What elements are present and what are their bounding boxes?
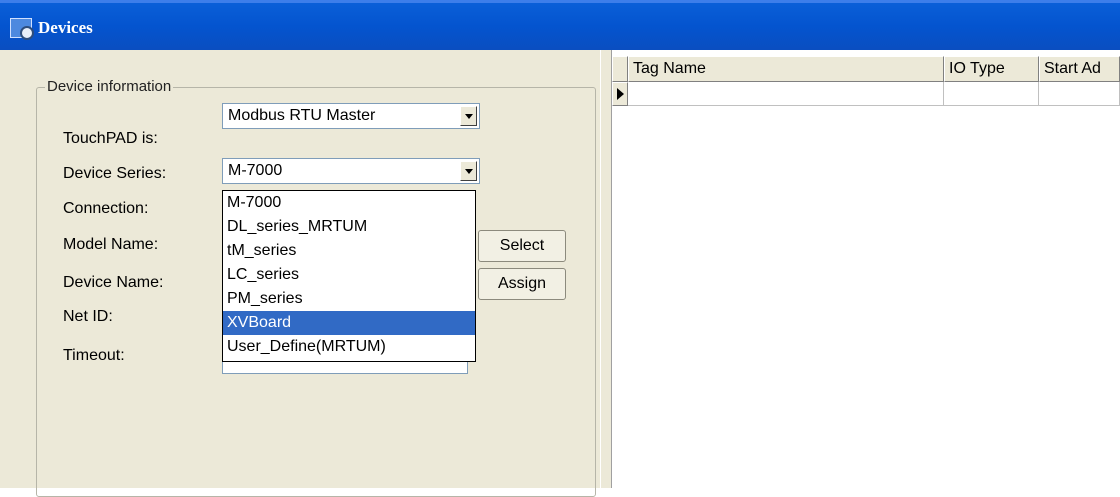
column-header-tag-name[interactable]: Tag Name (628, 56, 944, 82)
connection-label: Connection: (63, 200, 149, 217)
series-option-user-define[interactable]: User_Define(MRTUM) (223, 335, 475, 359)
series-option-m7000[interactable]: M-7000 (223, 191, 475, 215)
column-header-start-address[interactable]: Start Ad (1039, 56, 1120, 82)
group-legend: Device information (45, 78, 174, 95)
panel-splitter[interactable] (600, 50, 612, 488)
series-option-tm-series[interactable]: tM_series (223, 239, 475, 263)
select-button[interactable]: Select (478, 230, 566, 262)
series-option-xvboard[interactable]: XVBoard (223, 311, 475, 335)
device-name-label: Device Name: (63, 274, 164, 291)
io-type-cell[interactable] (944, 82, 1039, 106)
chevron-down-icon[interactable] (460, 161, 477, 181)
window-titlebar[interactable]: Devices (0, 0, 1120, 50)
series-option-pm-series[interactable]: PM_series (223, 287, 475, 311)
current-row-indicator-icon[interactable] (612, 82, 628, 106)
device-series-select[interactable]: M-7000 (222, 158, 480, 184)
start-address-cell[interactable] (1039, 82, 1120, 106)
device-series-dropdown-list[interactable]: M-7000 DL_series_MRTUM tM_series LC_seri… (222, 190, 476, 362)
table-row[interactable] (612, 82, 1120, 106)
series-option-dl-series[interactable]: DL_series_MRTUM (223, 215, 475, 239)
net-id-label: Net ID: (63, 308, 113, 325)
devices-app-icon (10, 18, 34, 40)
touchpad-label: TouchPAD is: (63, 130, 158, 147)
device-series-label: Device Series: (63, 165, 167, 182)
grid-header: Tag Name IO Type Start Ad (612, 56, 1120, 82)
window-title: Devices (38, 18, 93, 37)
model-name-label: Model Name: (63, 236, 159, 253)
assign-button[interactable]: Assign (478, 268, 566, 300)
window-client-area: Device information TouchPAD is: Modbus R… (0, 50, 1120, 497)
touchpad-mode-select[interactable]: Modbus RTU Master (222, 103, 480, 129)
tag-grid[interactable]: Tag Name IO Type Start Ad (612, 50, 1120, 488)
device-series-value: M-7000 (228, 162, 283, 179)
series-option-lc-series[interactable]: LC_series (223, 263, 475, 287)
column-header-io-type[interactable]: IO Type (944, 56, 1039, 82)
chevron-down-icon[interactable] (460, 106, 477, 126)
timeout-label: Timeout: (63, 347, 125, 364)
tag-name-cell[interactable] (628, 82, 944, 106)
touchpad-mode-value: Modbus RTU Master (228, 107, 376, 124)
